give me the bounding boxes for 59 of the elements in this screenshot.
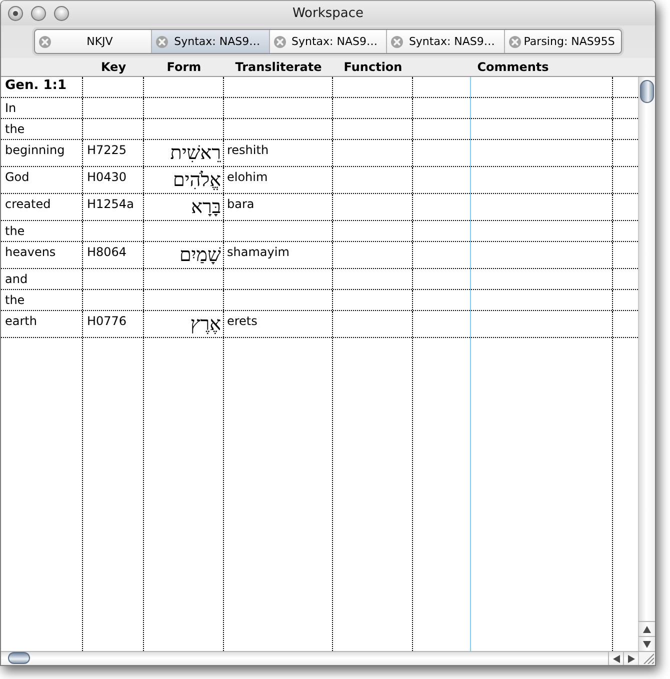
table-cell: שָׁמַיִם: [144, 242, 224, 268]
down-arrow-icon: [643, 640, 651, 648]
column-header: Function: [342, 59, 404, 76]
table-cell: elohim: [224, 167, 333, 193]
table-cell: shamayim: [224, 242, 333, 268]
tab[interactable]: Syntax: NAS9…: [268, 30, 386, 53]
table-cell: God: [1, 167, 83, 193]
scroll-down-button[interactable]: [638, 636, 655, 651]
close-icon[interactable]: [39, 36, 51, 48]
column-header: Key: [100, 59, 128, 76]
close-icon[interactable]: [508, 36, 521, 48]
tab[interactable]: Syntax: NAS9…: [386, 30, 504, 53]
up-arrow-icon: [643, 626, 651, 632]
table-cell: the: [1, 290, 83, 310]
table-cell: the: [1, 221, 83, 241]
table-cell: אֶרֶץ: [144, 311, 224, 337]
left-arrow-icon: [612, 654, 620, 662]
horizontal-scrollbar[interactable]: [1, 652, 608, 665]
close-icon[interactable]: [391, 36, 404, 48]
close-icon[interactable]: [156, 36, 168, 48]
table-cell: the: [1, 119, 83, 139]
scroll-thumb[interactable]: [640, 80, 654, 103]
table-cell: H1254a: [83, 194, 144, 220]
close-button[interactable]: [8, 6, 23, 20]
table-cell: heavens: [1, 242, 83, 268]
resize-grip-icon: [643, 653, 654, 664]
table-cell: בָּרָא: [144, 194, 224, 220]
table-cell: created: [1, 194, 83, 220]
table-cell: רֵאשִׁית: [144, 140, 224, 166]
right-arrow-icon: [628, 654, 634, 662]
table-cell: H0430: [83, 167, 144, 193]
table-cell: earth: [1, 311, 83, 337]
table-cell: H8064: [83, 242, 144, 268]
close-icon[interactable]: [274, 36, 286, 48]
scroll-right-button[interactable]: [623, 652, 638, 665]
window-title: Workspace: [292, 6, 364, 20]
scroll-up-button[interactable]: [638, 621, 655, 636]
tab[interactable]: NKJV: [35, 30, 152, 53]
resize-handle[interactable]: [638, 652, 655, 665]
column-header: Form: [166, 59, 202, 76]
tab[interactable]: Parsing: NAS95S: [504, 30, 621, 53]
table-cell: and: [1, 269, 83, 289]
table-cell: erets: [224, 311, 333, 337]
zoom-button[interactable]: [54, 6, 69, 20]
scroll-thumb[interactable]: [8, 652, 30, 664]
table-cell: H0776: [83, 311, 144, 337]
table-cell: אֱלֹהִים: [144, 167, 224, 193]
column-header: Comments: [476, 59, 550, 76]
table-cell: reshith: [224, 140, 333, 166]
column-header: Transliterate: [234, 59, 323, 76]
table-cell: In: [1, 98, 83, 118]
table-cell: beginning: [1, 140, 83, 166]
scroll-left-button[interactable]: [608, 652, 623, 665]
table-cell: bara: [224, 194, 333, 220]
minimize-button[interactable]: [31, 6, 46, 20]
verse-reference: Gen. 1:1: [1, 77, 83, 97]
table-cell: H7225: [83, 140, 144, 166]
vertical-scrollbar[interactable]: [638, 77, 655, 621]
tab[interactable]: Syntax: NAS9…: [151, 30, 269, 53]
